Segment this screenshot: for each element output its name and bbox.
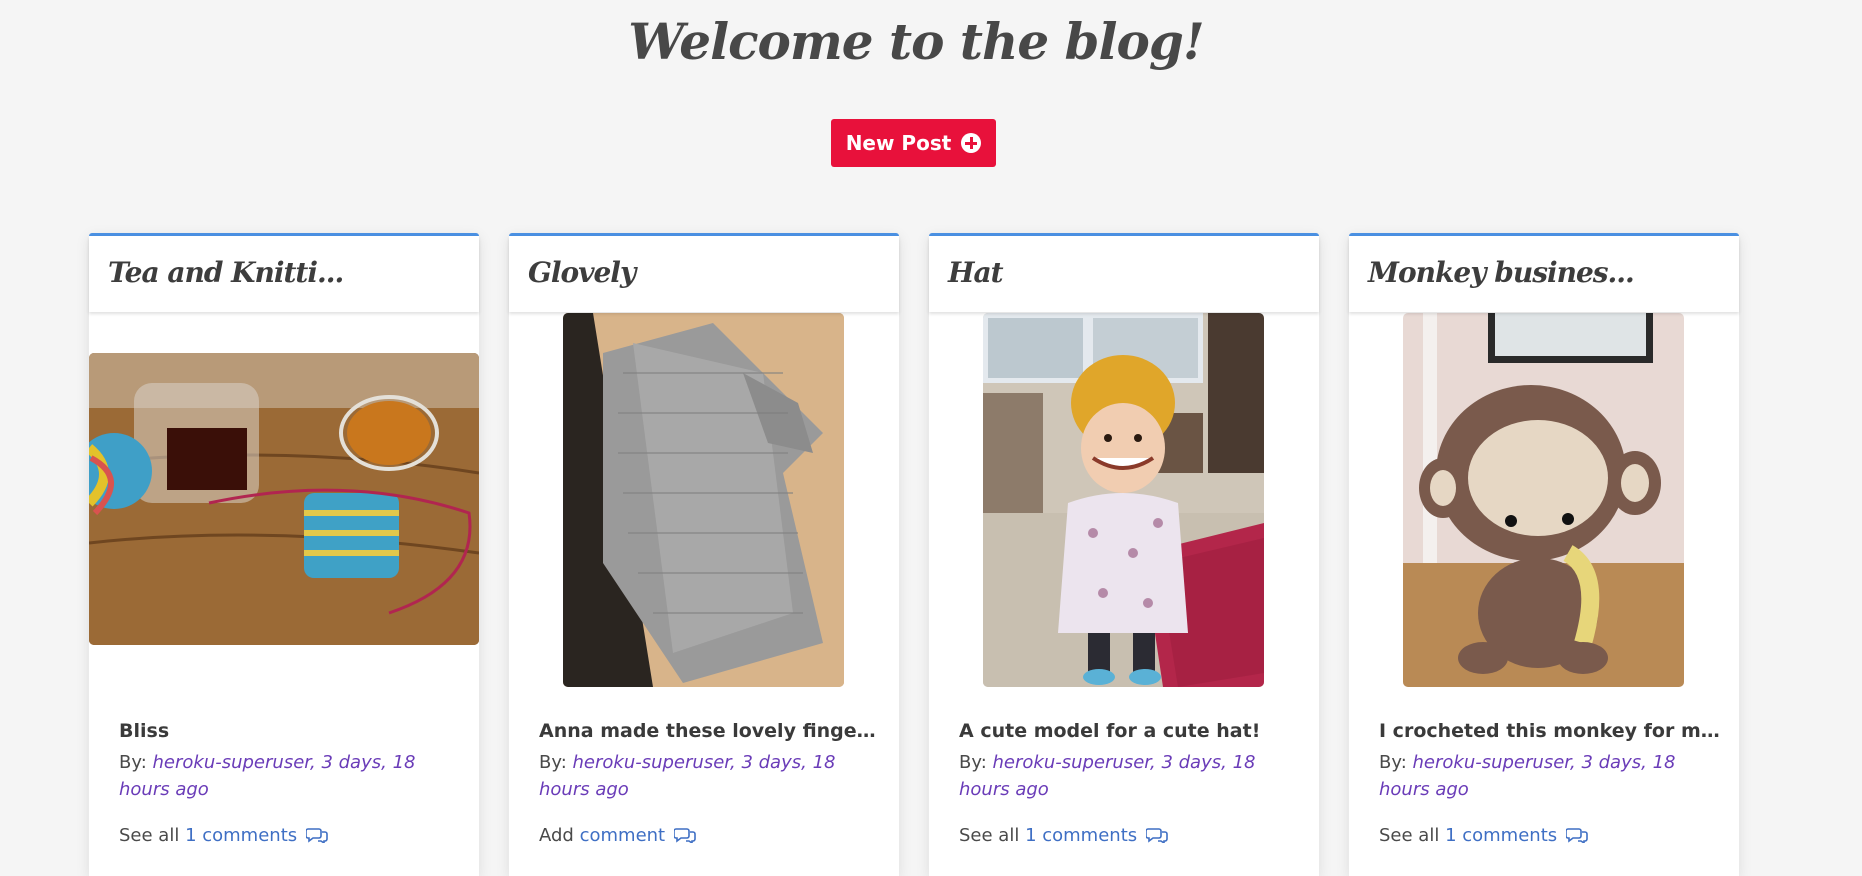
- comments-line: See all 1 comments: [1379, 825, 1588, 846]
- post-card[interactable]: Hat A cute model for a cute hat! By: her…: [929, 233, 1319, 876]
- comments-icon[interactable]: [305, 827, 328, 843]
- card-header: Tea and Knitti...: [89, 236, 479, 312]
- post-byline: By: heroku-superuser, 3 days, 18 hours a…: [119, 749, 439, 803]
- post-excerpt: I crocheted this monkey for my f...: [1379, 720, 1724, 742]
- by-label: By:: [959, 752, 987, 773]
- author-link[interactable]: heroku-superuser, 3 days, 18 hours ago: [539, 752, 835, 800]
- author-link[interactable]: heroku-superuser, 3 days, 18 hours ago: [1379, 752, 1675, 800]
- new-post-label: New Post: [845, 131, 952, 155]
- post-title[interactable]: Monkey busines...: [1368, 256, 1635, 289]
- post-image-tea-and-knitting[interactable]: [89, 353, 479, 645]
- post-byline: By: heroku-superuser, 3 days, 18 hours a…: [1379, 749, 1699, 803]
- post-image-gloves[interactable]: [563, 313, 844, 687]
- post-image-hat[interactable]: [983, 313, 1264, 687]
- new-post-button[interactable]: New Post: [831, 119, 996, 167]
- post-excerpt: Bliss: [119, 720, 170, 742]
- plus-circle-icon: [961, 133, 982, 153]
- by-label: By:: [539, 752, 567, 773]
- comments-icon[interactable]: [1565, 827, 1588, 843]
- comments-prefix: See all: [959, 825, 1020, 846]
- by-label: By:: [1379, 752, 1407, 773]
- post-byline: By: heroku-superuser, 3 days, 18 hours a…: [539, 749, 859, 803]
- comments-icon[interactable]: [1145, 827, 1168, 843]
- post-byline: By: heroku-superuser, 3 days, 18 hours a…: [959, 749, 1279, 803]
- by-label: By:: [119, 752, 147, 773]
- post-title[interactable]: Glovely: [528, 256, 636, 289]
- post-card[interactable]: Glovely Anna made these lovely fingerles…: [509, 233, 899, 876]
- post-image-monkey[interactable]: [1403, 313, 1684, 687]
- post-title[interactable]: Hat: [948, 256, 1004, 289]
- comments-line: Add comment: [539, 825, 696, 846]
- comments-line: See all 1 comments: [959, 825, 1168, 846]
- comments-link[interactable]: 1 comments: [1445, 825, 1557, 846]
- post-title[interactable]: Tea and Knitti...: [108, 256, 344, 289]
- post-card[interactable]: Monkey busines... I crocheted this monke…: [1349, 233, 1739, 876]
- comments-prefix: See all: [119, 825, 180, 846]
- comments-icon[interactable]: [673, 827, 696, 843]
- card-header: Monkey busines...: [1349, 236, 1739, 312]
- card-header: Glovely: [509, 236, 899, 312]
- comments-link[interactable]: 1 comments: [1025, 825, 1137, 846]
- card-header: Hat: [929, 236, 1319, 312]
- author-link[interactable]: heroku-superuser, 3 days, 18 hours ago: [959, 752, 1255, 800]
- post-excerpt: A cute model for a cute hat!: [959, 720, 1261, 742]
- comments-prefix: Add: [539, 825, 574, 846]
- comments-link[interactable]: comment: [580, 825, 666, 846]
- post-card[interactable]: Tea and Knitti... Bliss By: heroku-super…: [89, 233, 479, 876]
- author-link[interactable]: heroku-superuser, 3 days, 18 hours ago: [119, 752, 415, 800]
- comments-line: See all 1 comments: [119, 825, 328, 846]
- page-title: Welcome to the blog!: [628, 12, 1205, 71]
- post-excerpt: Anna made these lovely fingerles...: [539, 720, 884, 742]
- comments-prefix: See all: [1379, 825, 1440, 846]
- comments-link[interactable]: 1 comments: [185, 825, 297, 846]
